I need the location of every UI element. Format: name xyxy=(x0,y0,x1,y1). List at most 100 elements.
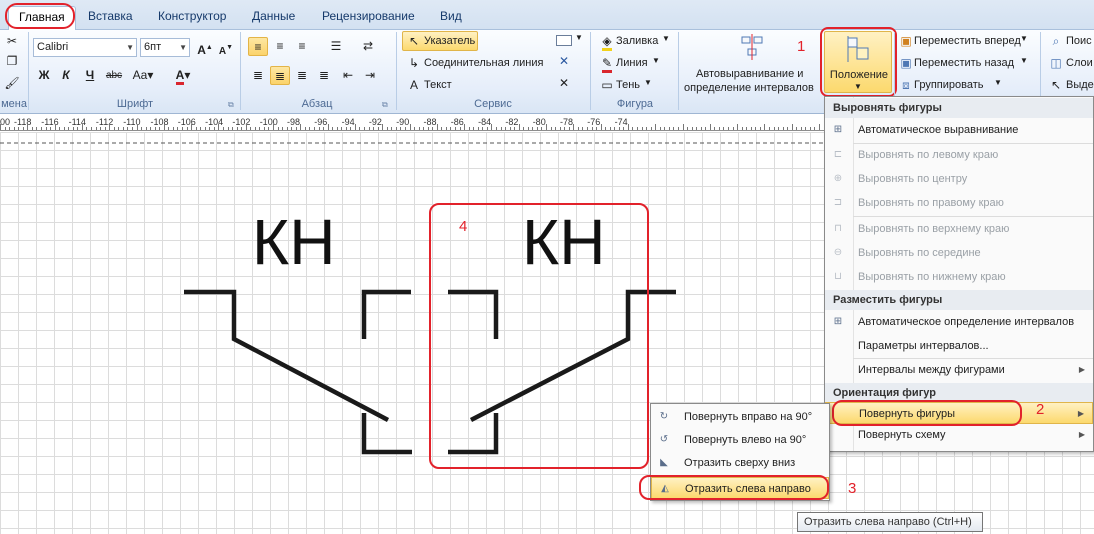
ruler-tick xyxy=(118,127,120,130)
copy-icon[interactable]: ❐ xyxy=(2,52,22,71)
tab-data[interactable]: Данные xyxy=(242,6,305,28)
ruler-tick xyxy=(31,127,33,130)
connector-icon[interactable]: ↳ xyxy=(404,54,424,73)
group-label[interactable]: Группировать xyxy=(914,77,984,93)
fill-label[interactable]: Заливка xyxy=(616,33,658,49)
strikethrough-icon[interactable]: abc xyxy=(104,66,124,85)
menu-item-spacing-between[interactable]: Интервалы между фигурами ▶ xyxy=(825,359,1093,381)
send-backward-label[interactable]: Переместить назад xyxy=(914,55,1014,71)
align-middle-icon[interactable]: ≡ xyxy=(270,37,290,56)
pointer-icon[interactable]: ↖ xyxy=(404,32,424,51)
select-icon[interactable]: ↖ xyxy=(1046,76,1066,95)
text-tool-label[interactable]: Текст xyxy=(424,77,452,93)
justify-icon[interactable]: ≣ xyxy=(314,66,334,85)
align-center-icon[interactable]: ≣ xyxy=(270,66,290,85)
rectangle-tool-icon[interactable] xyxy=(556,35,572,46)
text-tool-icon[interactable]: A xyxy=(404,76,424,95)
send-backward-icon[interactable]: ▣ xyxy=(896,54,916,73)
ruler-tick-label: -94 xyxy=(341,117,355,127)
ruler-tick xyxy=(81,124,83,130)
submenu-item-rotate-left[interactable]: ↺ Повернуть влево на 90° xyxy=(651,429,829,451)
ruler-tick xyxy=(304,127,306,130)
cut-icon[interactable]: ✂ xyxy=(2,32,22,51)
bold-icon[interactable]: Ж xyxy=(34,66,54,85)
find-icon[interactable]: ⌕ xyxy=(1046,32,1066,51)
menu-item-space-options[interactable]: Параметры интервалов... xyxy=(825,335,1093,357)
align-left-icon[interactable]: ≣ xyxy=(248,66,268,85)
submenu-item-rotate-right[interactable]: ↻ Повернуть вправо на 90° xyxy=(651,406,829,428)
ruler-tick xyxy=(546,124,547,130)
paragraph-group-label: Абзац xyxy=(301,98,333,110)
ruler-tick xyxy=(523,127,525,130)
layers-icon[interactable]: ◫ xyxy=(1046,54,1066,73)
ruler-tick xyxy=(168,127,170,130)
tab-review[interactable]: Рецензирование xyxy=(312,6,425,28)
pointer-tool-label[interactable]: Указатель xyxy=(424,33,475,49)
font-color-icon[interactable]: A▾ xyxy=(170,66,196,85)
switch-left-top-bracket[interactable] xyxy=(361,289,411,339)
shrink-font-icon[interactable]: A▼ xyxy=(216,38,236,57)
dialog-launcher-icon[interactable]: ⧉ xyxy=(382,100,388,110)
tab-design[interactable]: Конструктор xyxy=(148,6,236,28)
ruler-tick xyxy=(819,124,820,130)
align-right-icon[interactable]: ≣ xyxy=(292,66,312,85)
ruler-tick xyxy=(586,127,588,130)
connection-point-icon[interactable]: ✕ xyxy=(554,74,574,93)
chevron-down-icon[interactable]: ▼ xyxy=(994,78,1002,87)
change-case-icon[interactable]: Aa▾ xyxy=(130,66,156,85)
group-icon[interactable]: ⧈ xyxy=(896,76,916,95)
select-label[interactable]: Выде xyxy=(1066,77,1094,93)
bullets-icon[interactable]: ☰ xyxy=(326,37,346,56)
auto-align-label-2[interactable]: определение интервалов xyxy=(684,80,814,96)
bring-forward-icon[interactable]: ▣ xyxy=(896,32,916,51)
menu-item-rotate-diagram[interactable]: Повернуть схему ▶ xyxy=(825,424,1093,446)
text-direction-icon[interactable]: ⇄ xyxy=(358,37,378,56)
line-label[interactable]: Линия xyxy=(616,55,648,71)
line-icon[interactable]: ✎ xyxy=(597,54,617,73)
ruler-tick xyxy=(332,127,334,130)
decrease-indent-icon[interactable]: ⇤ xyxy=(338,66,358,85)
ruler-tick xyxy=(336,127,338,130)
shadow-label[interactable]: Тень xyxy=(616,77,640,93)
dialog-launcher-icon[interactable]: ⧉ xyxy=(228,100,234,110)
ruler-tick-label: -84 xyxy=(478,117,492,127)
ruler-tick-label: -74 xyxy=(614,117,628,127)
font-name-combo[interactable]: Calibri ▼ xyxy=(33,38,137,57)
chevron-down-icon[interactable]: ▼ xyxy=(1020,56,1028,65)
font-size-combo[interactable]: 6пт ▼ xyxy=(140,38,190,57)
auto-align-icon[interactable] xyxy=(740,34,766,60)
chevron-down-icon[interactable]: ▼ xyxy=(652,56,660,65)
format-painter-icon[interactable]: 🖌 xyxy=(2,74,22,93)
ruler-tick xyxy=(172,127,174,130)
find-label[interactable]: Поис xyxy=(1066,33,1092,49)
connector-tool-label[interactable]: Соединительная линия xyxy=(424,55,543,71)
switch-left-contact-line[interactable] xyxy=(184,289,390,422)
chevron-down-icon[interactable]: ▼ xyxy=(644,78,652,87)
shadow-icon[interactable]: ▭ xyxy=(597,76,617,95)
align-top-icon[interactable]: ≡ xyxy=(248,37,268,56)
ruler-tick xyxy=(222,127,224,130)
submenu-item-flip-vertical[interactable]: ◣ Отразить сверху вниз xyxy=(651,452,829,474)
chevron-down-icon[interactable]: ▼ xyxy=(662,34,670,43)
chevron-down-icon[interactable]: ▼ xyxy=(1020,34,1028,43)
underline-icon[interactable]: Ч xyxy=(80,66,100,85)
menu-item-auto-align[interactable]: ⊞ Автоматическое выравнивание xyxy=(825,119,1093,141)
chevron-down-icon[interactable]: ▼ xyxy=(575,33,583,42)
ruler-tick xyxy=(254,127,256,130)
menu-item-align-bottom: ⊔ Выровнять по нижнему краю xyxy=(825,266,1093,288)
grow-font-icon[interactable]: A▲ xyxy=(195,38,215,57)
left-shape-label[interactable]: КН xyxy=(252,210,336,274)
ruler-tick xyxy=(127,127,129,130)
fill-icon[interactable]: ◈ xyxy=(597,32,617,51)
increase-indent-icon[interactable]: ⇥ xyxy=(360,66,380,85)
close-icon[interactable]: ✕ xyxy=(554,52,574,71)
align-bottom-icon[interactable]: ≡ xyxy=(292,37,312,56)
layers-label[interactable]: Слои xyxy=(1066,55,1093,71)
menu-item-auto-space[interactable]: ⊞ Автоматическое определение интервалов xyxy=(825,311,1093,333)
ruler-tick xyxy=(218,124,220,130)
bring-forward-label[interactable]: Переместить вперед xyxy=(914,33,1021,49)
tab-insert[interactable]: Вставка xyxy=(78,6,143,28)
tab-view[interactable]: Вид xyxy=(430,6,472,28)
italic-icon[interactable]: К xyxy=(56,66,76,85)
ruler-tick-label: -92 xyxy=(368,117,382,127)
